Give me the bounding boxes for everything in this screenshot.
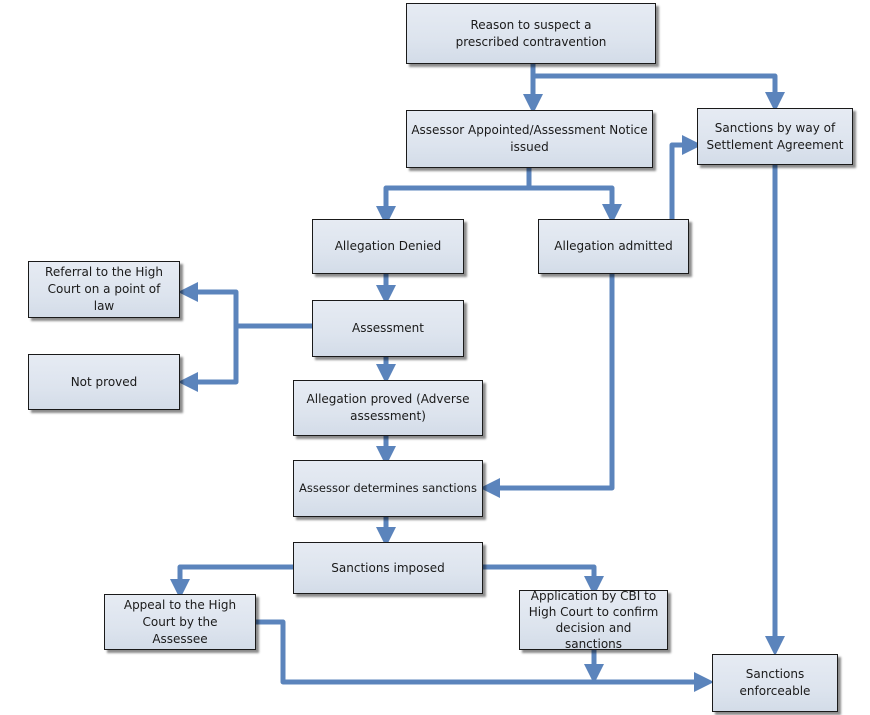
node-assessor-appointed: Assessor Appointed/Assessment Notice iss… bbox=[406, 110, 653, 168]
edge-imposed-to-appeal bbox=[170, 564, 296, 599]
node-referral-high-court: Referral to the High Court on a point of… bbox=[28, 261, 180, 318]
node-allegation-denied: Allegation Denied bbox=[312, 219, 464, 274]
edge-assessment-to-not-proved bbox=[178, 323, 239, 392]
node-assessor-determines-sanctions: Assessor determines sanctions bbox=[293, 460, 483, 517]
node-not-proved: Not proved bbox=[28, 354, 180, 410]
node-application-by-cbi: Application by CBI to High Court to conf… bbox=[519, 589, 668, 651]
node-appeal-high-court: Appeal to the High Court by the Assessee bbox=[104, 594, 256, 650]
flowchart-canvas: Reason to suspect a prescribed contraven… bbox=[0, 0, 870, 715]
node-sanctions-enforceable: Sanctions enforceable bbox=[712, 654, 838, 712]
edge-assessment-to-referral bbox=[178, 282, 316, 329]
node-allegation-admitted: Allegation admitted bbox=[538, 219, 689, 274]
node-assessment: Assessment bbox=[312, 300, 464, 357]
node-sanctions-imposed: Sanctions imposed bbox=[293, 542, 483, 594]
edge-assessor-to-admitted bbox=[526, 185, 622, 224]
edge-admitted-to-determines bbox=[480, 271, 615, 498]
node-settlement-agreement: Sanctions by way of Settlement Agreement bbox=[697, 108, 853, 165]
node-allegation-proved: Allegation proved (Adverse assessment) bbox=[293, 380, 483, 436]
edge-admitted-to-settlement bbox=[669, 135, 702, 222]
edge-reason-to-settlement bbox=[530, 73, 785, 112]
edge-imposed-to-application bbox=[479, 564, 604, 596]
node-reason-to-suspect: Reason to suspect a prescribed contraven… bbox=[406, 3, 656, 64]
edge-assessor-to-denied bbox=[376, 165, 532, 226]
